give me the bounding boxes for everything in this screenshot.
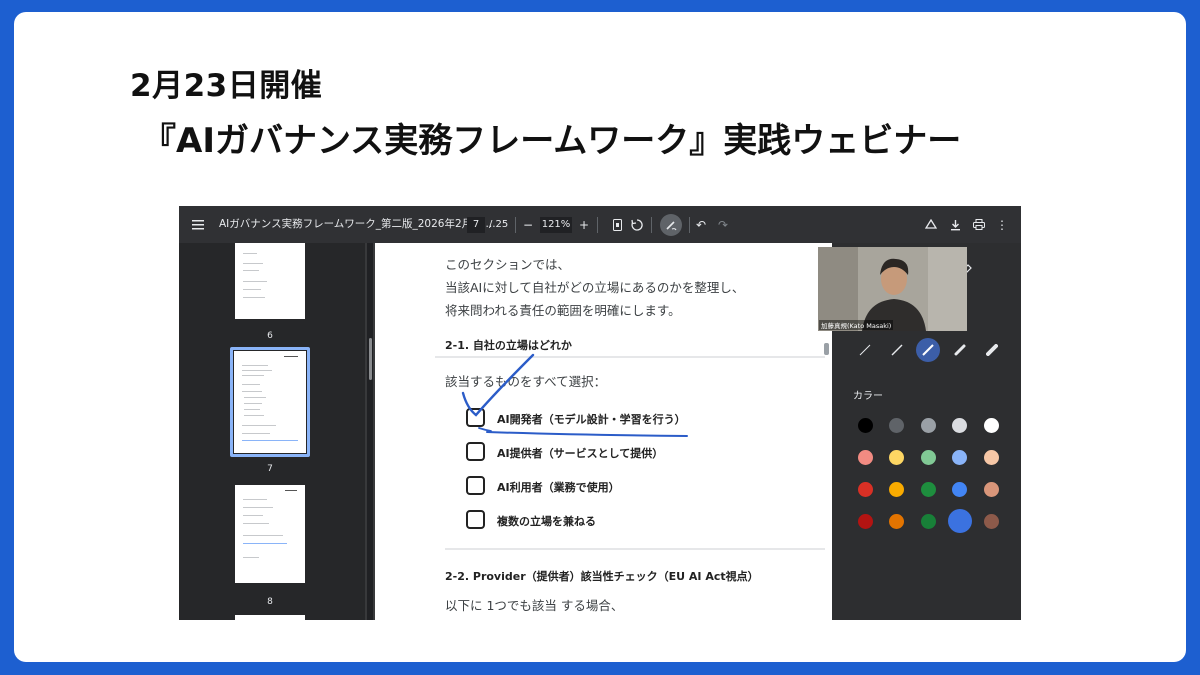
intro-line: 当該AIに対して自社がどの立場にあるのかを整理し、 <box>445 280 745 295</box>
thumbnail-sidebar: 6 7 8 <box>179 243 365 620</box>
color-swatch[interactable] <box>983 449 999 465</box>
pdf-toolbar: AIガバナンス実務フレームワーク_第二版_2026年2月23... 7 / 25… <box>179 206 1021 243</box>
pdf-viewer-screenshot: AIガバナンス実務フレームワーク_第二版_2026年2月23... 7 / 25… <box>179 206 1021 620</box>
color-swatch[interactable] <box>952 481 967 497</box>
document-title: AIガバナンス実務フレームワーク_第二版_2026年2月23... <box>219 218 496 230</box>
undo-icon[interactable]: ↶ <box>693 206 709 243</box>
thumbnail-label: 7 <box>267 464 273 474</box>
section-divider <box>435 356 825 358</box>
color-swatch[interactable] <box>857 513 873 529</box>
color-swatch[interactable] <box>952 417 967 433</box>
annotate-icon[interactable] <box>660 214 682 236</box>
color-swatch[interactable] <box>857 481 873 497</box>
color-swatch[interactable] <box>983 417 999 433</box>
toolbar-divider <box>689 217 690 233</box>
presenter-name: 加藤真規(Kato Masaki) <box>819 320 894 330</box>
zoom-level-input[interactable]: 121% <box>540 217 572 233</box>
presenter-video-frame <box>818 247 967 331</box>
thumbnail-page-8[interactable] <box>235 485 305 583</box>
sidebar-scrollbar[interactable] <box>367 243 373 620</box>
slide-title-webinar: 『AIガバナンス実務フレームワーク』実践ウェビナー <box>142 121 962 161</box>
presenter-video: 加藤真規(Kato Masaki) <box>818 247 967 331</box>
option-label: 複数の立場を兼ねる <box>497 515 596 528</box>
color-swatch[interactable] <box>857 417 873 433</box>
zoom-in-icon[interactable]: + <box>577 206 591 243</box>
color-swatch[interactable] <box>889 513 904 529</box>
color-swatch[interactable] <box>889 417 904 433</box>
color-swatch[interactable] <box>983 481 999 497</box>
thumbnail-label: 8 <box>267 597 273 607</box>
more-icon[interactable]: ⋮ <box>995 206 1009 243</box>
checkbox-multiple-roles[interactable] <box>466 510 485 529</box>
toolbar-divider <box>651 217 652 233</box>
print-icon[interactable] <box>971 206 987 243</box>
highlighter-icon[interactable] <box>981 339 1003 361</box>
page-number-input[interactable]: 7 <box>467 217 485 233</box>
intro-line: 将来問われる責任の範囲を明確にします。 <box>445 303 681 318</box>
intro-line: このセクションでは、 <box>445 257 571 272</box>
color-swatch[interactable] <box>920 481 936 497</box>
marker-icon[interactable] <box>949 339 971 361</box>
color-swatch[interactable] <box>920 417 936 433</box>
color-swatch[interactable] <box>889 449 904 465</box>
thumbnail-label: 6 <box>267 331 273 341</box>
thumbnail-page-9[interactable] <box>235 615 305 620</box>
toolbar-divider <box>515 217 516 233</box>
option-label: AI開発者（モデル設計・学習を行う） <box>497 413 686 426</box>
section-heading: 2-1. 自社の立場はどれか <box>445 339 572 352</box>
color-swatch[interactable] <box>920 513 936 529</box>
checkbox-ai-provider[interactable] <box>466 442 485 461</box>
section-divider <box>445 548 825 550</box>
pen-thin-icon[interactable] <box>854 339 876 361</box>
color-section-label: カラー <box>853 391 883 402</box>
download-icon[interactable] <box>947 206 963 243</box>
save-drive-icon[interactable] <box>923 206 939 243</box>
page-scrollbar-thumb[interactable] <box>824 343 829 355</box>
thumbnail-page-6[interactable] <box>235 243 305 319</box>
page-total: / 25 <box>489 219 509 230</box>
checkbox-ai-user[interactable] <box>466 476 485 495</box>
redo-icon[interactable]: ↷ <box>715 206 731 243</box>
zoom-out-icon[interactable]: − <box>521 206 535 243</box>
pen-selected-icon[interactable] <box>916 338 940 362</box>
slide-title-date: 2月23日開催 <box>130 68 323 104</box>
color-swatch[interactable] <box>889 481 904 497</box>
option-label: AI利用者（業務で使用） <box>497 481 620 494</box>
color-swatch[interactable] <box>983 513 999 529</box>
section-body-text: 以下に 1つでも該当 する場合、 <box>445 598 624 613</box>
color-swatch[interactable] <box>920 449 936 465</box>
color-swatch[interactable] <box>857 449 873 465</box>
pdf-page-content: このセクションでは、 当該AIに対して自社がどの立場にあるのかを整理し、 将来問… <box>375 243 832 620</box>
fit-page-icon[interactable] <box>609 206 625 243</box>
section-heading: 2-2. Provider（提供者）該当性チェック（EU AI Act視点） <box>445 570 759 583</box>
toolbar-divider <box>597 217 598 233</box>
rotate-icon[interactable] <box>629 206 645 243</box>
checkbox-ai-developer[interactable] <box>466 408 485 427</box>
select-prompt: 該当するものをすべて選択： <box>445 374 607 389</box>
thumbnail-page-7[interactable] <box>234 351 306 453</box>
color-swatch[interactable] <box>952 449 967 465</box>
pen-medium-icon[interactable] <box>886 339 908 361</box>
color-swatch[interactable] <box>947 509 972 533</box>
sidebar-scrollbar-thumb[interactable] <box>369 338 372 380</box>
option-label: AI提供者（サービスとして提供） <box>497 447 664 460</box>
menu-icon[interactable] <box>189 206 207 243</box>
